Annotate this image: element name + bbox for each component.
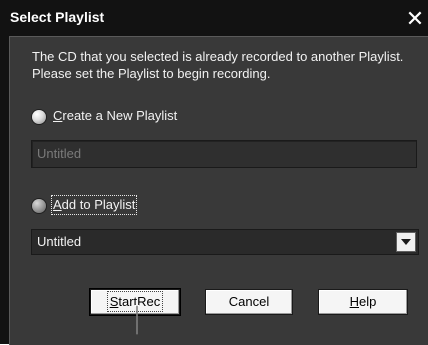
create-new-label-text: reate a New Playlist [62, 108, 178, 123]
cancel-label: Cancel [228, 294, 270, 309]
help-button[interactable]: Help [318, 289, 408, 315]
add-to-playlist-label[interactable]: Add to Playlist [50, 195, 138, 215]
create-new-playlist-radio[interactable] [32, 110, 46, 124]
help-label: Help [350, 294, 377, 309]
cancel-button[interactable]: Cancel [205, 289, 293, 315]
new-playlist-name-value: Untitled [37, 146, 82, 161]
chevron-down-icon[interactable] [396, 232, 416, 252]
add-to-playlist-radio[interactable] [32, 199, 46, 213]
help-accel: H [349, 294, 360, 309]
new-playlist-name-field[interactable]: Untitled [31, 140, 417, 168]
close-icon[interactable]: ✕ [402, 4, 428, 34]
add-to-label-text: dd to Playlist [61, 197, 136, 212]
add-to-accel: A [53, 197, 62, 212]
create-new-accel: C [53, 108, 63, 123]
select-playlist-dialog: Select Playlist ✕ The CD that you select… [0, 0, 428, 345]
playlist-select-value: Untitled [37, 234, 82, 249]
title-bar[interactable]: Select Playlist ✕ [0, 0, 428, 36]
create-new-playlist-label[interactable]: Create a New Playlist [53, 108, 177, 124]
text-cursor-icon [134, 305, 140, 335]
help-text: elp [359, 294, 377, 309]
dialog-body: The CD that you selected is already reco… [9, 36, 428, 345]
dialog-title: Select Playlist [10, 9, 105, 25]
info-message: The CD that you selected is already reco… [32, 49, 404, 81]
playlist-select[interactable]: Untitled [31, 229, 419, 255]
